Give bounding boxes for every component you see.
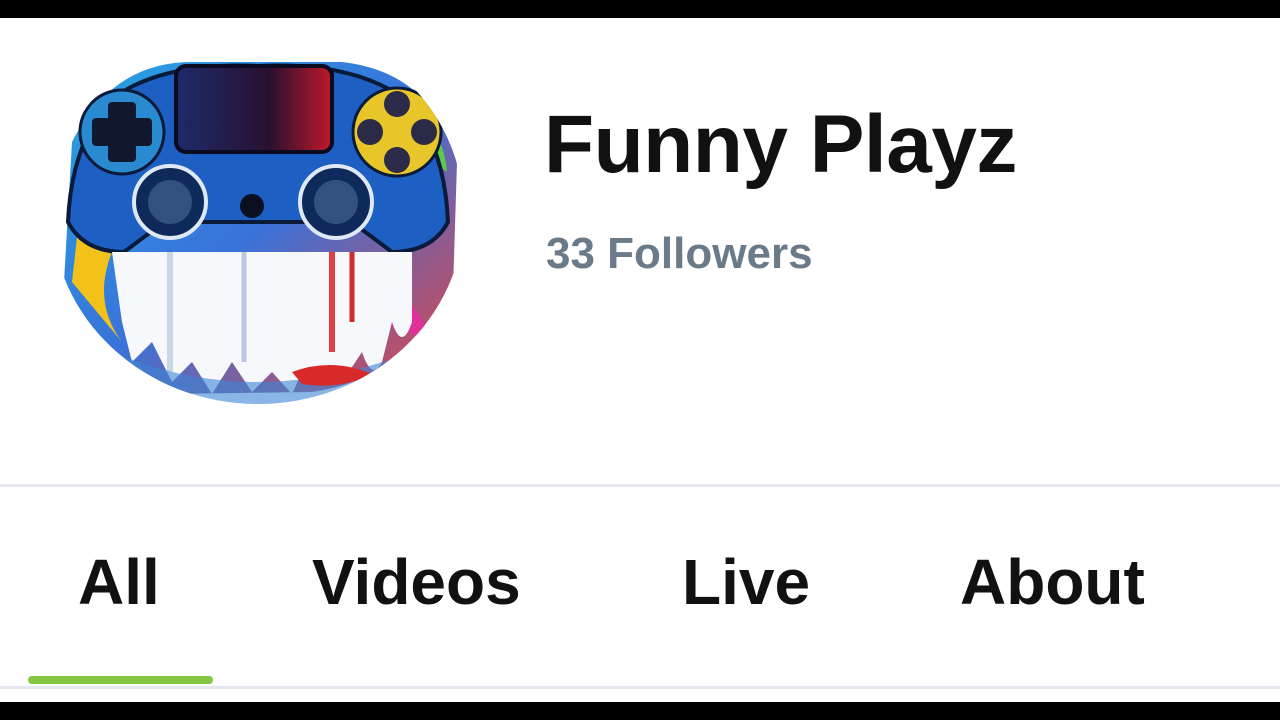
channel-name: Funny Playz: [544, 99, 1017, 190]
follower-count: 33 Followers: [546, 229, 813, 278]
tabs-bottom-border: [0, 686, 1280, 689]
tab-all[interactable]: All: [78, 550, 160, 614]
tab-videos[interactable]: Videos: [312, 550, 521, 614]
tab-live[interactable]: Live: [682, 550, 810, 614]
channel-avatar[interactable]: [52, 22, 464, 404]
active-tab-indicator: [28, 676, 213, 684]
channel-page: Funny Playz 33 Followers All Videos Live…: [0, 18, 1280, 702]
tab-about[interactable]: About: [960, 550, 1145, 614]
header-divider: [0, 484, 1280, 487]
controller-avatar-image: [52, 22, 464, 404]
